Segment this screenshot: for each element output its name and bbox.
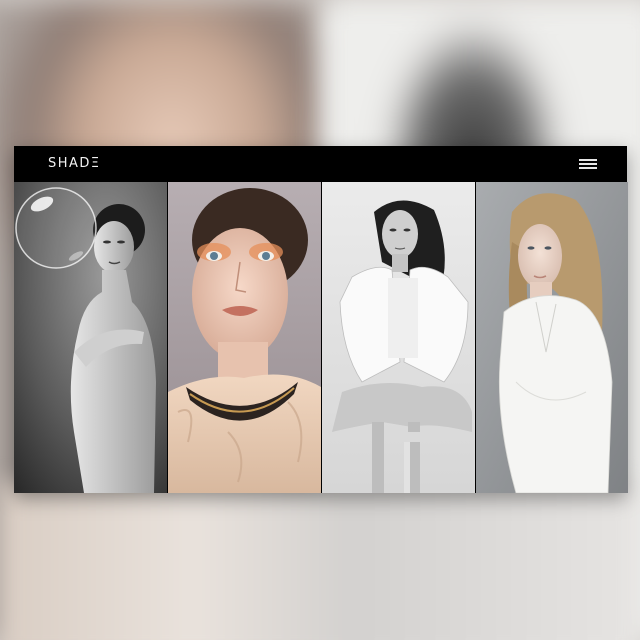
backdrop-bottom-blur <box>0 480 640 640</box>
gallery-panel-4[interactable] <box>476 182 628 493</box>
top-navigation-bar: SHADΞ <box>14 146 627 182</box>
gallery-panel-2[interactable] <box>168 182 321 493</box>
portrait-white-shirt-image <box>476 182 628 493</box>
portrait-orange-makeup-image <box>168 182 321 493</box>
gallery-panel-3[interactable] <box>322 182 475 493</box>
portrait-gallery <box>14 182 628 493</box>
portrait-bw-bubble-image <box>14 182 167 493</box>
portrait-white-blazer-image <box>322 182 475 493</box>
gallery-panel-1[interactable] <box>14 182 167 493</box>
hamburger-menu-icon[interactable] <box>579 159 597 169</box>
site-logo[interactable]: SHADΞ <box>48 156 101 171</box>
website-preview: SHADΞ <box>14 146 628 493</box>
